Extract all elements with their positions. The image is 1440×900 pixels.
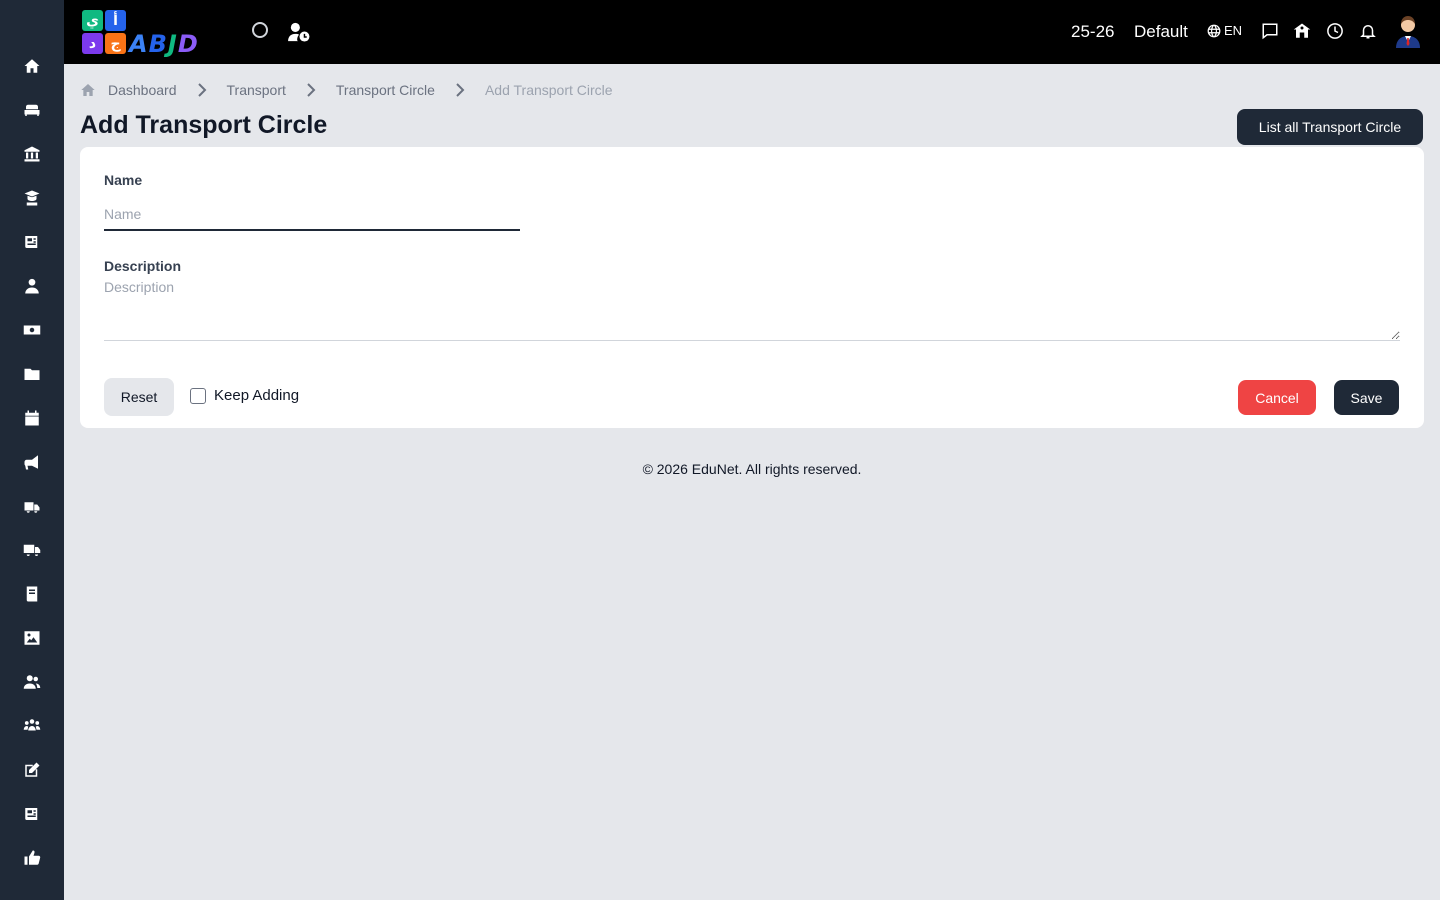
profile-selector[interactable]: Default: [1134, 22, 1188, 42]
thumbs-up-icon[interactable]: [22, 848, 42, 868]
language-label: EN: [1224, 23, 1243, 38]
chevron-right-icon: [302, 81, 320, 99]
logo-tile: د: [82, 33, 103, 54]
couch-icon[interactable]: [22, 100, 42, 120]
bank-icon[interactable]: [22, 144, 42, 164]
reset-button[interactable]: Reset: [104, 378, 174, 416]
graduate-icon[interactable]: [22, 188, 42, 208]
home-icon[interactable]: [80, 82, 96, 98]
news-icon[interactable]: [22, 804, 42, 824]
school-home-icon[interactable]: [1293, 22, 1313, 42]
keep-adding-toggle[interactable]: Keep Adding: [190, 387, 299, 404]
save-button[interactable]: Save: [1334, 380, 1399, 415]
logo-tile: أ: [105, 10, 126, 31]
newspaper-icon[interactable]: [22, 232, 42, 252]
form-card: Name Description Reset Keep Adding Cance…: [80, 147, 1424, 428]
user-avatar[interactable]: [1394, 14, 1422, 48]
folder-icon[interactable]: [22, 364, 42, 384]
list-all-button[interactable]: List all Transport Circle: [1237, 109, 1423, 145]
keep-adding-label: Keep Adding: [214, 387, 300, 404]
logo-tile: ج: [105, 33, 126, 54]
status-circle-icon[interactable]: [252, 22, 268, 38]
top-bar: ي أ د ج ABJD 25-26 Default EN: [64, 0, 1440, 64]
sidebar: [0, 0, 64, 900]
users-icon[interactable]: [22, 672, 42, 692]
book-icon[interactable]: [22, 584, 42, 604]
logo[interactable]: ي أ د ج ABJD: [80, 8, 226, 58]
description-textarea[interactable]: [104, 279, 1400, 341]
home-icon[interactable]: [22, 56, 42, 76]
description-label: Description: [104, 258, 182, 274]
group-icon[interactable]: [22, 716, 42, 736]
name-input[interactable]: [104, 199, 520, 231]
logo-tile: ي: [82, 10, 103, 31]
truck-icon[interactable]: [22, 540, 42, 560]
breadcrumb-transport-circle[interactable]: Transport Circle: [336, 82, 435, 98]
calendar-icon[interactable]: [22, 408, 42, 428]
globe-icon: [1207, 24, 1221, 37]
user-tie-icon[interactable]: [22, 276, 42, 296]
chevron-right-icon: [193, 81, 211, 99]
page-title: Add Transport Circle: [80, 111, 328, 139]
money-icon[interactable]: [22, 320, 42, 340]
breadcrumb: Dashboard Transport Transport Circle Add…: [80, 81, 613, 99]
bell-icon[interactable]: [1359, 22, 1379, 42]
user-clock-icon[interactable]: [288, 22, 310, 42]
school-bus-icon[interactable]: [22, 496, 42, 516]
cancel-button[interactable]: Cancel: [1238, 380, 1316, 415]
megaphone-icon[interactable]: [22, 452, 42, 472]
chevron-right-icon: [451, 81, 469, 99]
image-icon[interactable]: [22, 628, 42, 648]
name-label: Name: [104, 172, 143, 188]
chat-icon[interactable]: [1261, 22, 1281, 42]
logo-text: ABJD: [129, 30, 199, 58]
language-selector[interactable]: EN: [1207, 23, 1242, 38]
breadcrumb-current: Add Transport Circle: [484, 82, 613, 98]
edit-icon[interactable]: [22, 760, 42, 780]
breadcrumb-dashboard[interactable]: Dashboard: [108, 82, 177, 98]
session-selector[interactable]: 25-26: [1071, 22, 1114, 42]
clock-icon[interactable]: [1326, 22, 1346, 42]
keep-adding-checkbox[interactable]: [190, 387, 206, 404]
breadcrumb-transport[interactable]: Transport: [227, 82, 286, 98]
footer-copyright: © 2026 EduNet. All rights reserved.: [642, 461, 862, 477]
